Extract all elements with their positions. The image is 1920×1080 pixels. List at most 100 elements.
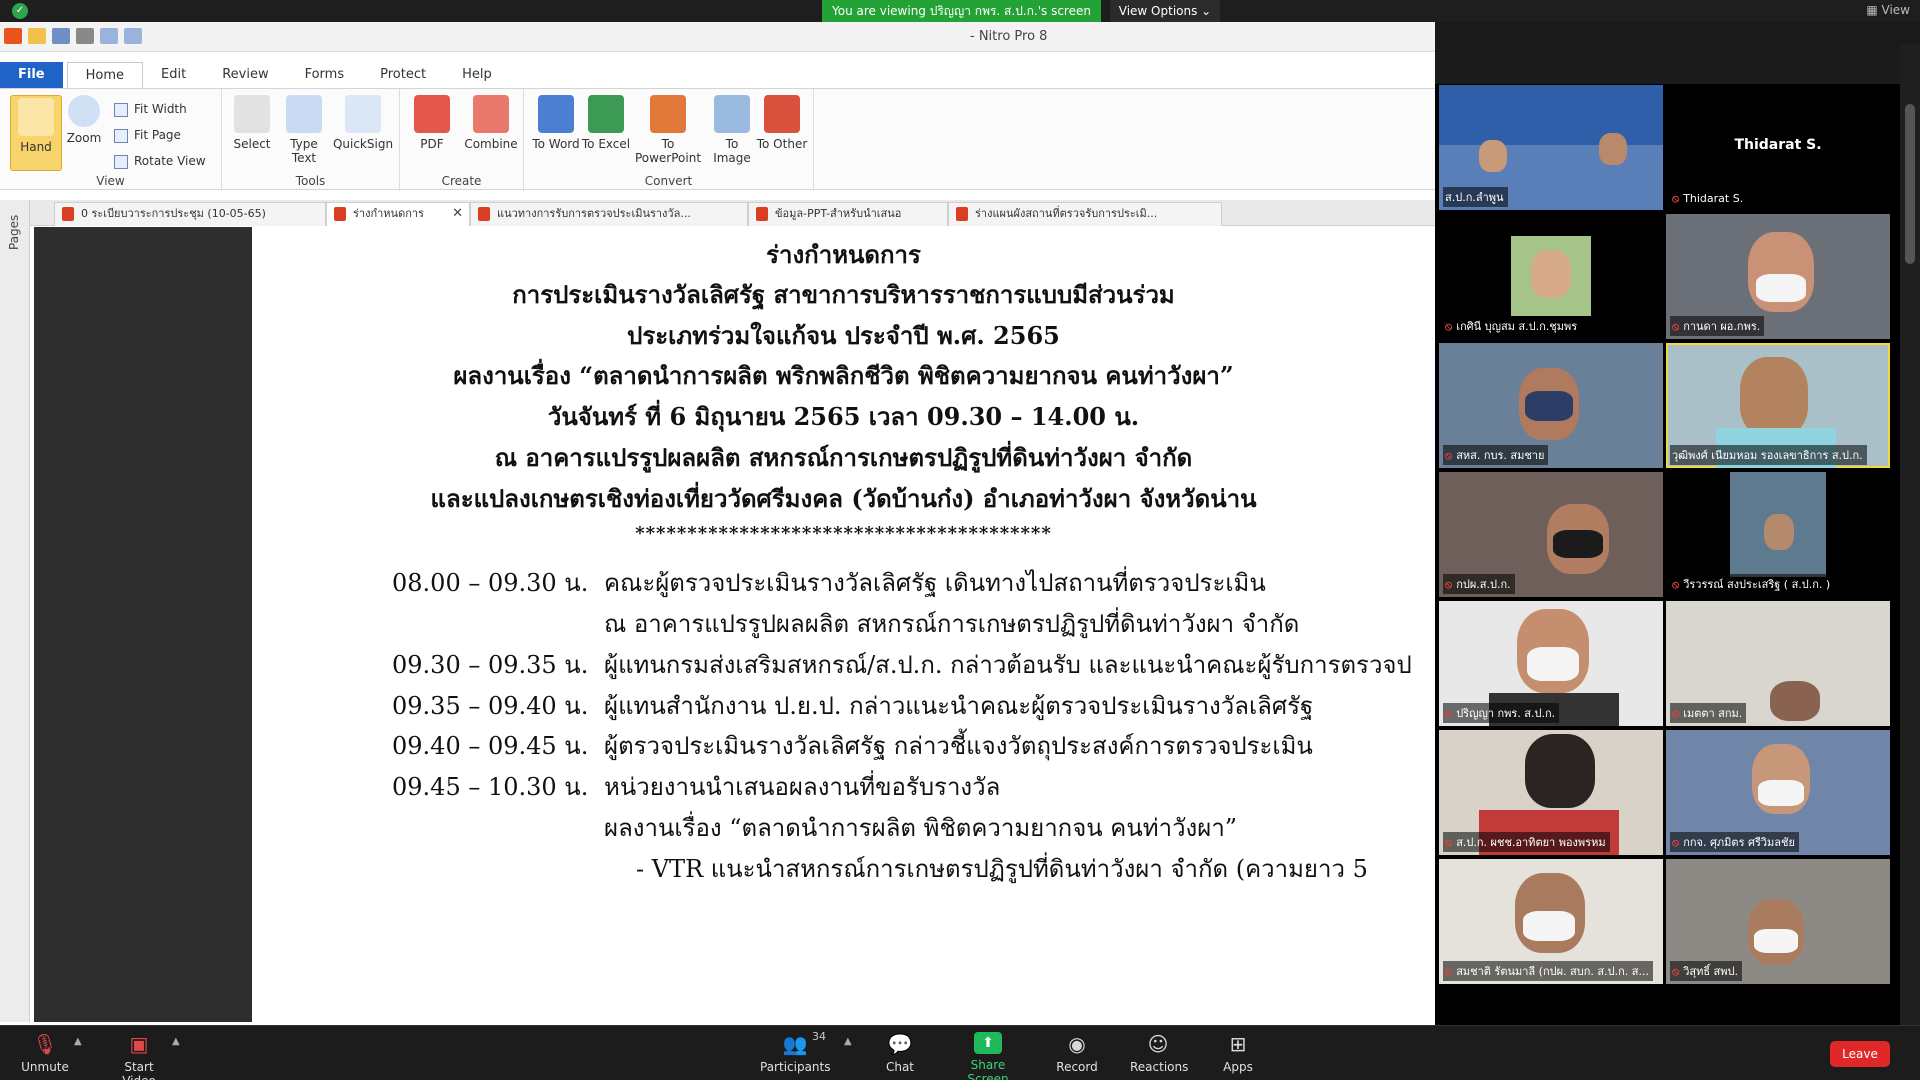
participant-face [1764, 514, 1794, 550]
rotate-view-icon [114, 154, 128, 169]
video-gallery-panel: ส.ป.ก.ลำพูน Thidarat S. ⦸ Thidarat S. ⦸ เก… [1435, 44, 1900, 1028]
fit-width-button[interactable]: Fit Width [114, 99, 187, 119]
view-options-button[interactable]: View Options ⌄ [1110, 0, 1220, 22]
doc-tab-draft-schedule[interactable]: ร่างกำหนดการ ✕ [326, 202, 470, 226]
video-tile[interactable]: ⦸ สมชาติ รัตนมาลี (กปผ. สบก. ส.ป.ก. ส... [1439, 859, 1663, 984]
share-screen-button[interactable]: ⬆ Share Screen [950, 1032, 1026, 1080]
apps-label: Apps [1223, 1060, 1253, 1074]
quicksign-button[interactable]: QuickSign [330, 95, 396, 151]
type-text-button[interactable]: Type Text [278, 95, 330, 165]
doc-tab-label: แนวทางการรับการตรวจประเมินรางวัล... [497, 207, 691, 220]
tab-help[interactable]: Help [444, 62, 510, 88]
tab-review[interactable]: Review [204, 62, 286, 88]
to-excel-button[interactable]: To Excel [580, 95, 632, 151]
ribbon-group-tools: Select Type Text QuickSign Tools [222, 89, 400, 191]
to-word-button[interactable]: To Word [530, 95, 582, 151]
chat-button[interactable]: 💬 Chat [880, 1032, 920, 1074]
zoom-meeting-window: ✓ You are viewing ปริญญา กพร. ส.ป.ก.'s s… [0, 0, 1920, 1080]
muted-mic-icon: ⦸ [1672, 192, 1680, 205]
doc-tab-floor-plan[interactable]: ร่างแผนผังสถานที่ตรวจรับการประเมิ... [948, 202, 1222, 226]
schedule-text: ผลงานเรื่อง “ตลาดนำการผลิต พิชิตความยากจ… [604, 814, 1238, 842]
zoom-button[interactable]: Zoom [58, 95, 110, 145]
video-tile[interactable]: ⦸ กปผ.ส.ป.ก. [1439, 472, 1663, 597]
print-icon[interactable] [76, 28, 94, 44]
doc-title: ร่างกำหนดการ [766, 240, 921, 269]
view-button[interactable]: ▦ View [1866, 3, 1910, 17]
pages-panel[interactable]: Pages [0, 200, 30, 1022]
select-button[interactable]: Select [226, 95, 278, 151]
audio-options-chevron-icon[interactable]: ▲ [74, 1036, 82, 1047]
leave-button[interactable]: Leave [1830, 1041, 1890, 1067]
gallery-header [1435, 44, 1900, 84]
tab-edit[interactable]: Edit [143, 62, 204, 88]
chat-label: Chat [885, 1060, 915, 1074]
video-tile[interactable]: ⦸ เกศินี บุญสม ส.ป.ก.ชุมพร [1439, 214, 1663, 339]
tab-home[interactable]: Home [66, 62, 143, 88]
doc-tab-ppt-data[interactable]: ข้อมูล-PPT-สำหรับนำเสนอ [748, 202, 948, 226]
participant-name-text: กกจ. ศุภมิตร ศรีวิมลชัย [1683, 836, 1795, 849]
to-powerpoint-button[interactable]: To PowerPoint [630, 95, 706, 165]
video-tile[interactable]: ส.ป.ก.ลำพูน [1439, 85, 1663, 210]
pdf-file-icon [756, 207, 768, 221]
schedule-time: 09.30 – 09.35 น. [392, 651, 589, 679]
save-icon[interactable] [52, 28, 70, 44]
muted-mic-icon: ⦸ [1672, 707, 1680, 720]
participants-label: Participants [760, 1060, 831, 1074]
gallery-scrollbar[interactable] [1900, 44, 1920, 1028]
video-tile[interactable]: ⦸ สหส. กบร. สมชาย [1439, 343, 1663, 468]
open-icon[interactable] [28, 28, 46, 44]
doc-separator: **************************************** [635, 523, 1052, 544]
face-mask [1756, 274, 1806, 302]
to-image-button[interactable]: To Image [706, 95, 758, 165]
tab-protect[interactable]: Protect [362, 62, 444, 88]
record-button[interactable]: ◉ Record [1054, 1032, 1100, 1074]
document-viewport[interactable]: ร่างกำหนดการ การประเมินรางวัลเลิศรัฐ สาข… [34, 227, 1435, 1022]
video-tile[interactable]: ⦸ กกจ. ศุภมิตร ศรีวิมลชัย [1666, 730, 1890, 855]
room-backdrop [1439, 85, 1663, 145]
pdf-button[interactable]: PDF [406, 95, 458, 151]
video-tile[interactable]: ⦸ กานดา ผอ.กพร. [1666, 214, 1890, 339]
close-tab-icon[interactable]: ✕ [452, 203, 463, 225]
scrollbar-thumb[interactable] [1905, 104, 1915, 264]
convert-group-label: Convert [644, 174, 693, 188]
zoom-icon [68, 95, 100, 127]
ribbon-group-create: PDF Combine Create [400, 89, 524, 191]
participant-center-name: Thidarat S. [1734, 137, 1822, 153]
apps-button[interactable]: ⊞ Apps [1220, 1032, 1256, 1074]
doc-tab-guidelines[interactable]: แนวทางการรับการตรวจประเมินรางวัล... [470, 202, 748, 226]
tab-file[interactable]: File [0, 62, 63, 88]
video-tile[interactable]: ⦸ วีรวรรณ์ สงประเสริฐ ( ส.ป.ก. ) [1666, 472, 1890, 597]
video-tile[interactable]: ⦸ ปริญญา กพร. ส.ป.ก. [1439, 601, 1663, 726]
reactions-button[interactable]: ☺ Reactions [1130, 1032, 1188, 1074]
schedule-text: - VTR แนะนำสหกรณ์การเกษตรปฏิรูปที่ดินท่า… [636, 855, 1368, 883]
window-title: - Nitro Pro 8 [970, 29, 1048, 44]
muted-mic-icon: ⦸ [1445, 320, 1453, 333]
video-options-chevron-icon[interactable]: ▲ [172, 1036, 180, 1047]
video-tile[interactable]: ⦸ เมตตา สกม. [1666, 601, 1890, 726]
rotate-view-button[interactable]: Rotate View [114, 151, 206, 171]
combine-button[interactable]: Combine [462, 95, 520, 151]
tab-forms[interactable]: Forms [287, 62, 363, 88]
undo-icon[interactable] [100, 28, 118, 44]
redo-icon[interactable] [124, 28, 142, 44]
participant-name-text: ส.ป.ก. ผชช.อาทิตยา พองพรหม [1456, 836, 1606, 849]
fit-page-button[interactable]: Fit Page [114, 125, 181, 145]
participants-options-chevron-icon[interactable]: ▲ [844, 1036, 852, 1047]
doc-tab-label: 0 ระเบียบวาระการประชุม (10-05-65) [81, 207, 266, 220]
unmute-button[interactable]: 🎙 Unmute [20, 1032, 70, 1074]
video-tile[interactable]: ⦸ วิสุทธิ์ สพป. [1666, 859, 1890, 984]
muted-mic-icon: ⦸ [1445, 578, 1453, 591]
doc-heading-line: ผลงานเรื่อง “ตลาดนำการผลิต พริกพลิกชีวิต… [453, 361, 1234, 390]
doc-tab-agenda[interactable]: 0 ระเบียบวาระการประชุม (10-05-65) [54, 202, 326, 226]
participant-name: ⦸ วีรวรรณ์ สงประเสริฐ ( ส.ป.ก. ) [1670, 574, 1835, 594]
excel-icon [588, 95, 624, 133]
video-tile[interactable]: Thidarat S. ⦸ Thidarat S. [1666, 85, 1890, 210]
start-video-button[interactable]: ▣ Start Video [106, 1032, 172, 1080]
to-other-button[interactable]: To Other [756, 95, 808, 151]
hand-button[interactable]: Hand [10, 95, 62, 171]
reactions-icon: ☺ [1147, 1032, 1169, 1056]
video-tile[interactable]: ⦸ ส.ป.ก. ผชช.อาทิตยา พองพรหม [1439, 730, 1663, 855]
schedule-text: คณะผู้ตรวจประเมินรางวัลเลิศรัฐ เดินทางไป… [604, 569, 1266, 597]
video-tile-active-speaker[interactable]: วุฒิพงศ์ เนียมหอม รองเลขาธิการ ส.ป.ก. [1666, 343, 1890, 468]
participant-name: ส.ป.ก.ลำพูน [1443, 187, 1508, 207]
